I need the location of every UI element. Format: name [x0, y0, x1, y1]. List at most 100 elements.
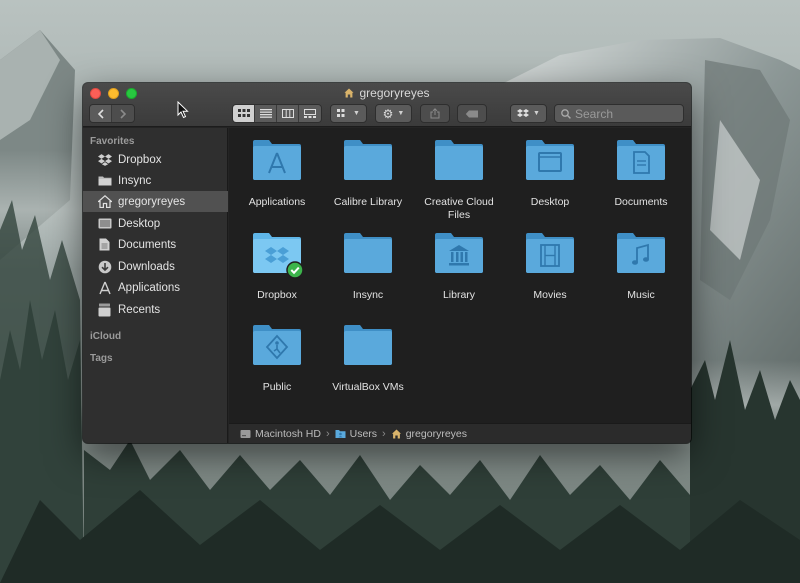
- file-name: Public: [262, 381, 292, 393]
- nav-buttons: [89, 104, 135, 123]
- search-icon: [561, 108, 571, 119]
- file-name: Dropbox: [257, 289, 297, 301]
- download-icon: [97, 259, 112, 274]
- sidebar-item-applications[interactable]: Applications: [83, 277, 228, 298]
- sidebar-item-label: Documents: [118, 238, 177, 251]
- gallery-view-button[interactable]: [299, 105, 321, 122]
- file-name: Desktop: [530, 196, 570, 208]
- column-view-button[interactable]: [277, 105, 299, 122]
- folder-insync[interactable]: Insync: [323, 232, 413, 302]
- path-crumb-label: Users: [349, 427, 378, 440]
- file-name: Library: [442, 289, 476, 301]
- window-title: gregoryreyes: [83, 86, 691, 100]
- dropbox-icon: [517, 108, 530, 117]
- action-button[interactable]: ⚙ ▼: [375, 104, 412, 123]
- home-icon: [344, 88, 354, 98]
- sidebar-item-gregoryreyes[interactable]: gregoryreyes: [83, 191, 228, 212]
- search-field[interactable]: [554, 104, 684, 123]
- sidebar-item-label: gregoryreyes: [118, 195, 186, 208]
- sidebar-item-label: Applications: [118, 281, 181, 294]
- applications-icon: [97, 280, 112, 295]
- chevron-down-icon: ▼: [533, 110, 540, 117]
- view-mode-control: [232, 104, 322, 123]
- folder-dropbox[interactable]: Dropbox: [232, 232, 322, 302]
- document-icon: [97, 237, 112, 252]
- users-folder-icon: [335, 429, 346, 438]
- mouse-pointer-icon: [177, 101, 189, 119]
- group-by-button[interactable]: ▼: [330, 104, 367, 123]
- desktop-folder-icon: [526, 140, 574, 180]
- sidebar-item-label: Downloads: [118, 260, 175, 273]
- music-folder-icon: [617, 233, 665, 273]
- finder-window: gregoryreyes ▼ ⚙ ▼ ▼ Search Favorites Dr…: [83, 83, 691, 443]
- path-separator: ›: [382, 427, 386, 440]
- applications-folder-icon: [253, 140, 301, 180]
- chevron-right-icon: [120, 108, 127, 119]
- folder-calibre-library[interactable]: Calibre Library: [323, 139, 413, 209]
- dropbox-icon: [97, 152, 112, 167]
- path-crumb-label: gregoryreyes: [405, 427, 467, 440]
- sidebar-section-icloud: iCloud: [90, 331, 122, 342]
- titlebar: gregoryreyes ▼ ⚙ ▼ ▼ Search: [83, 83, 691, 127]
- sidebar-item-insync[interactable]: Insync: [83, 170, 228, 191]
- list-icon: [259, 109, 272, 118]
- sidebar-item-label: Insync: [118, 174, 152, 187]
- home-icon: [97, 194, 112, 209]
- sidebar-item-label: Recents: [118, 303, 161, 316]
- desktop-icon: [97, 216, 112, 231]
- window-title-text: gregoryreyes: [359, 86, 430, 100]
- file-name: Insync: [352, 289, 384, 301]
- sidebar-item-dropbox[interactable]: Dropbox: [83, 149, 228, 170]
- documents-folder-icon: [617, 140, 665, 180]
- sidebar-item-desktop[interactable]: Desktop: [83, 213, 228, 234]
- columns-icon: [281, 109, 294, 118]
- back-button[interactable]: [90, 105, 112, 122]
- search-input[interactable]: [575, 106, 679, 121]
- chevron-down-icon: ▼: [353, 110, 360, 117]
- chevron-left-icon: [97, 108, 104, 119]
- forward-button[interactable]: [112, 105, 134, 122]
- sidebar: Favorites Dropbox Insync gregoryreyes De…: [83, 128, 228, 443]
- share-icon: [430, 108, 440, 119]
- folder-applications[interactable]: Applications: [232, 139, 322, 209]
- list-view-button[interactable]: [255, 105, 277, 122]
- dropbox-menu-button[interactable]: ▼: [510, 104, 547, 123]
- path-crumb-gregoryreyes[interactable]: gregoryreyes: [391, 428, 467, 440]
- sidebar-item-label: Desktop: [118, 217, 161, 230]
- folder-music[interactable]: Music: [596, 232, 686, 302]
- folder-movies[interactable]: Movies: [505, 232, 595, 302]
- folder-public[interactable]: Public: [232, 324, 322, 394]
- dropbox-folder-icon: [253, 233, 304, 279]
- folder-icon: [435, 140, 483, 180]
- file-grid: Applications Calibre Library Creative Cl…: [229, 128, 691, 423]
- file-name: Applications: [248, 196, 306, 208]
- sidebar-item-label: Dropbox: [118, 153, 162, 166]
- sidebar-item-documents[interactable]: Documents: [83, 234, 228, 255]
- folder-virtualbox-vms[interactable]: VirtualBox VMs: [323, 324, 413, 394]
- folder-icon: [344, 325, 392, 365]
- chevron-down-icon: ▼: [397, 110, 405, 117]
- folder-library[interactable]: Library: [414, 232, 504, 302]
- file-name: Documents: [614, 196, 668, 208]
- path-crumb-users[interactable]: Users: [335, 428, 377, 440]
- folder-icon: [344, 233, 392, 273]
- folder-desktop[interactable]: Desktop: [505, 139, 595, 209]
- file-name: VirtualBox VMs: [332, 381, 404, 393]
- movies-folder-icon: [526, 233, 574, 273]
- sidebar-item-downloads[interactable]: Downloads: [83, 256, 228, 277]
- path-separator: ›: [325, 427, 330, 440]
- path-crumb-label: Macintosh HD: [255, 427, 321, 440]
- hard-drive-icon: [240, 429, 251, 438]
- share-button[interactable]: [420, 104, 450, 123]
- file-name: Music: [627, 289, 655, 301]
- icon-view-button[interactable]: [233, 105, 255, 122]
- file-name: Creative Cloud Files: [424, 196, 494, 221]
- tags-button[interactable]: [457, 104, 487, 123]
- tag-icon: [465, 110, 478, 117]
- file-name: Calibre Library: [333, 196, 403, 208]
- sidebar-item-recents[interactable]: Recents: [83, 299, 228, 320]
- path-crumb-macintosh-hd[interactable]: Macintosh HD: [240, 428, 321, 440]
- folder-documents[interactable]: Documents: [596, 139, 686, 209]
- gear-icon: ⚙: [382, 106, 394, 121]
- folder-creative-cloud-files[interactable]: Creative Cloud Files: [414, 139, 504, 222]
